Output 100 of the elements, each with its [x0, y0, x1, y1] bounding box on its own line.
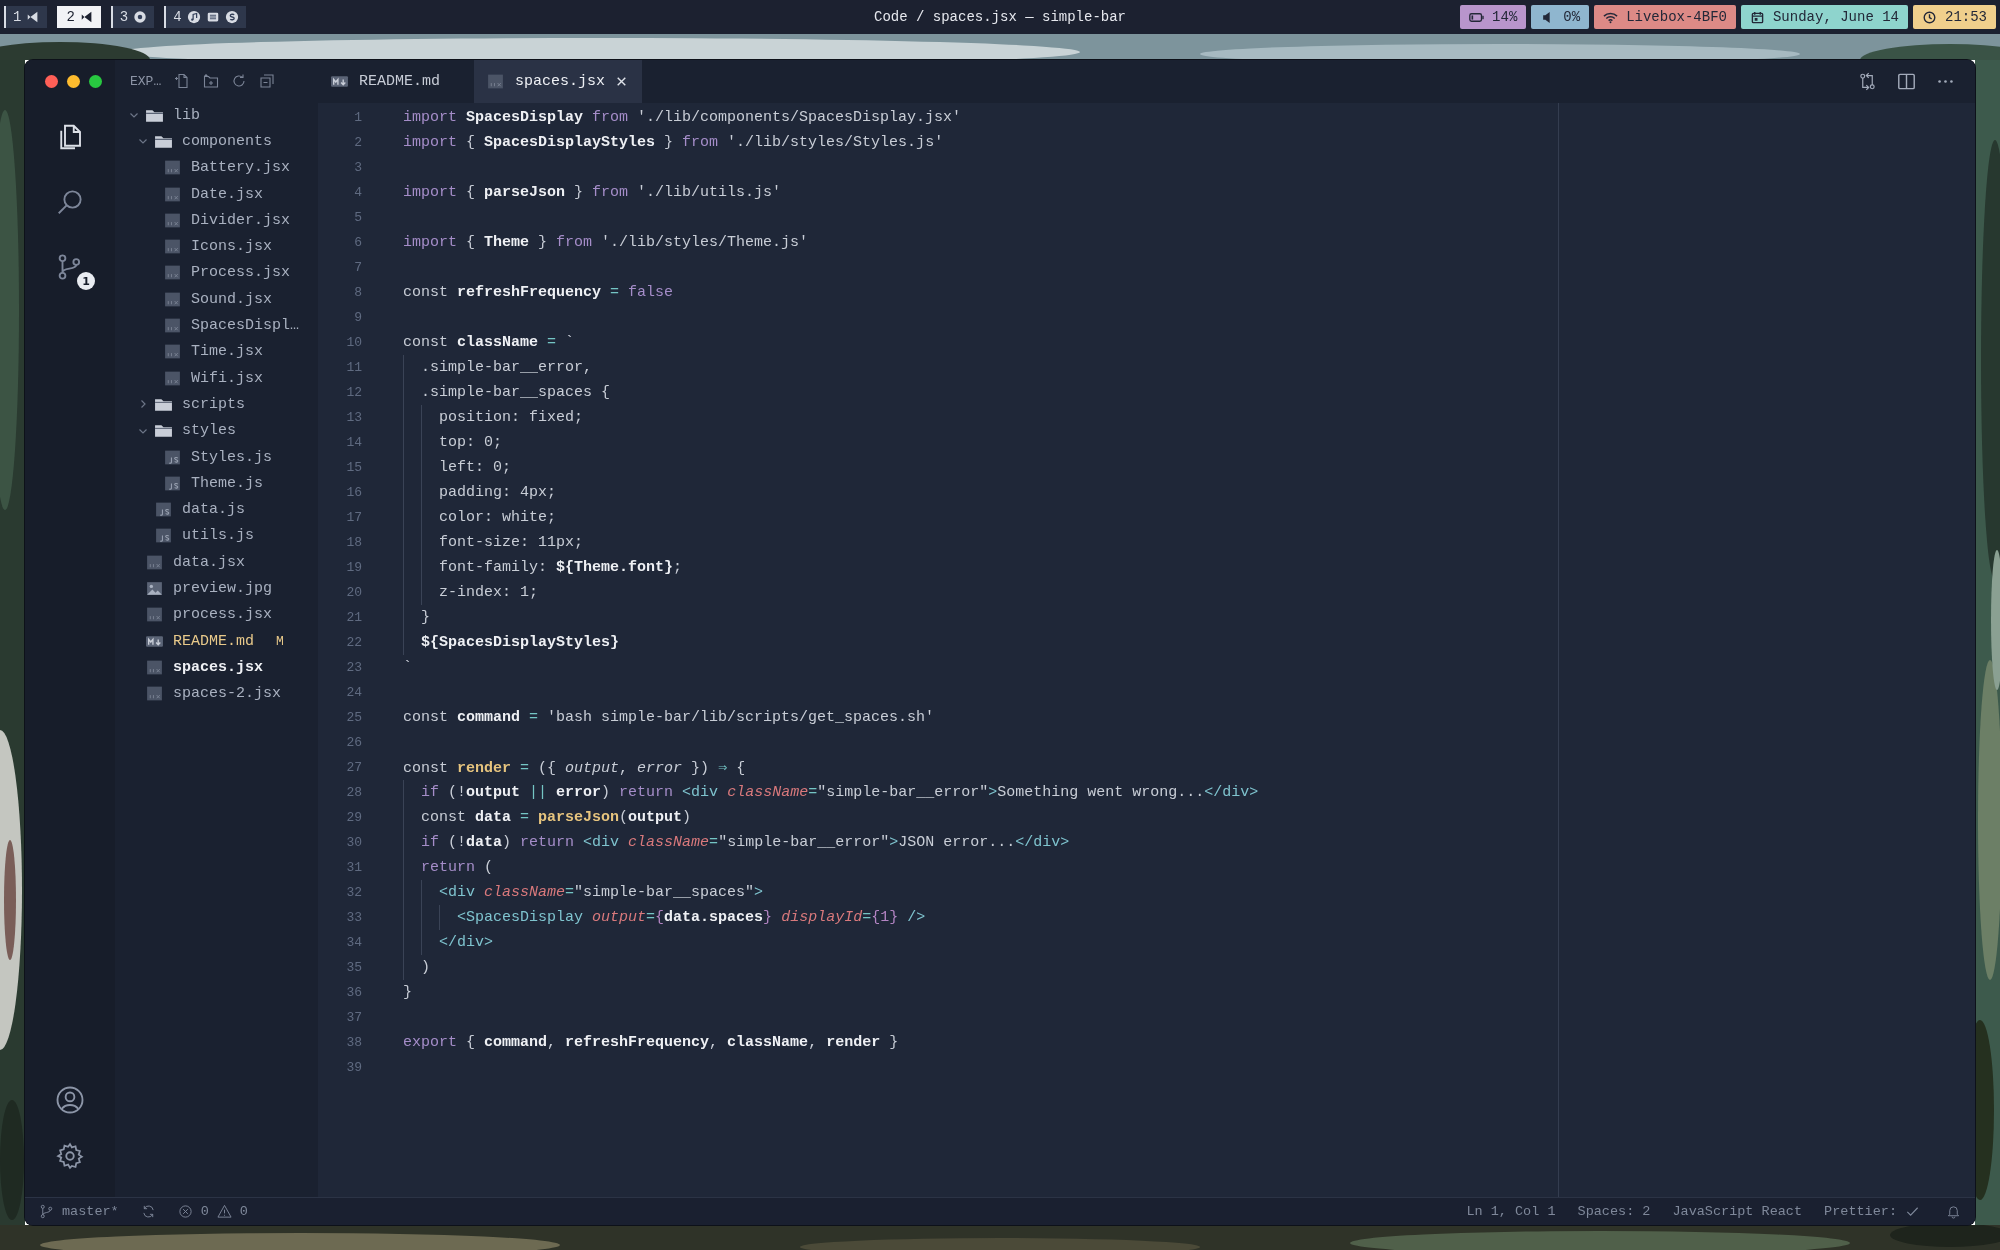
file-item[interactable]: Divider.jsx — [115, 207, 291, 234]
battery-widget[interactable]: 14% — [1460, 5, 1527, 29]
battery-icon — [1469, 10, 1485, 24]
line-number: 16 — [345, 485, 362, 500]
workspace-tab[interactable]: 4 — [164, 6, 246, 28]
line-number: 21 — [345, 610, 362, 625]
sound-widget[interactable]: 0% — [1531, 5, 1590, 29]
code-line: const data = parseJson(output) — [403, 805, 692, 830]
line-number: 33 — [345, 910, 362, 925]
refresh-icon[interactable] — [231, 73, 248, 89]
code-line: if (!data) return <div className="simple-bar__error">JSON error...</div> — [403, 830, 1070, 855]
jsx-file-icon — [163, 265, 182, 281]
code-line: .simple-bar__error, — [403, 355, 593, 380]
folder-icon — [154, 133, 173, 149]
close-icon[interactable] — [615, 75, 628, 88]
date-widget[interactable]: Sunday, June 14 — [1740, 5, 1908, 29]
file-item[interactable]: Theme.js — [115, 470, 263, 497]
jsx-file-icon — [163, 370, 182, 386]
file-item[interactable]: data.js — [115, 496, 245, 523]
file-item[interactable]: spaces.jsx — [115, 654, 263, 681]
jsx-file-icon — [163, 212, 182, 228]
wifi-widget[interactable]: Livebox-4BF0 — [1594, 5, 1736, 29]
line-number: 32 — [345, 885, 362, 900]
line-number: 11 — [345, 360, 362, 375]
folder-item[interactable]: scripts — [115, 391, 245, 418]
split-editor-icon[interactable] — [1897, 72, 1916, 91]
jsx-file-icon — [163, 344, 182, 360]
chevron-icon — [138, 399, 148, 410]
collapse-icon[interactable] — [259, 73, 276, 89]
file-item[interactable]: spaces-2.jsx — [115, 680, 282, 707]
bell-icon[interactable] — [1946, 1204, 1961, 1219]
count-badge: 1 — [77, 272, 95, 290]
folder-item[interactable]: styles — [115, 417, 236, 444]
jsx-file-icon — [163, 291, 182, 307]
workspace-tab[interactable]: 1 — [4, 6, 48, 28]
file-item[interactable]: Sound.jsx — [115, 286, 272, 313]
file-item[interactable]: README.md M — [115, 627, 284, 655]
warning-count: 0 — [239, 1204, 248, 1219]
source-control-button[interactable]: 1 — [45, 248, 95, 290]
compare-icon[interactable] — [1858, 72, 1877, 91]
file-item[interactable]: Date.jsx — [115, 180, 263, 208]
markdown-file-icon — [330, 74, 349, 89]
status-item[interactable]: Prettier: — [1824, 1204, 1897, 1219]
editor-tab[interactable]: spaces.jsx — [474, 60, 642, 103]
line-number: 1 — [353, 110, 362, 125]
line-number: 9 — [353, 310, 362, 325]
editor-tab[interactable]: README.md — [318, 60, 474, 103]
line-number: 27 — [345, 760, 362, 775]
time-widget[interactable]: 21:53 — [1913, 5, 1996, 29]
account-icon[interactable] — [55, 1085, 85, 1115]
status-item[interactable]: Ln 1, Col 1 — [1466, 1204, 1556, 1219]
file-item[interactable]: Time.jsx — [115, 338, 263, 365]
jsx-file-icon — [145, 659, 164, 675]
code-line: <SpacesDisplay output={data.spaces} displayId={1} /> — [403, 905, 926, 930]
code-line: z-index: 1; — [403, 580, 539, 605]
error-count: 0 — [200, 1204, 209, 1219]
close-control[interactable] — [44, 75, 58, 88]
code-line: </div> — [403, 930, 493, 955]
file-item[interactable]: preview.jpg — [115, 575, 273, 602]
code-line: if (!output || error) return <div className="simple-bar__error">Something went wrong...</div> — [403, 780, 1259, 805]
branch-name[interactable]: master* — [62, 1204, 119, 1219]
line-number: 7 — [353, 260, 362, 275]
clock-icon — [1922, 10, 1937, 24]
jsx-file-icon — [163, 160, 182, 176]
sync-icon[interactable] — [140, 1204, 156, 1219]
line-number: 10 — [345, 335, 362, 350]
file-item[interactable]: utils.js — [115, 522, 254, 550]
zoom-control[interactable] — [88, 75, 102, 88]
workspace-tab[interactable]: 3 — [110, 6, 155, 28]
status-item[interactable]: JavaScript React — [1672, 1204, 1803, 1219]
line-number: 8 — [353, 285, 362, 300]
settings-icon[interactable] — [55, 1141, 85, 1171]
folder-item[interactable]: lib — [115, 102, 200, 129]
line-number: 28 — [345, 785, 362, 800]
list-icon — [205, 10, 220, 24]
code-line: const refreshFrequency = false — [403, 284, 674, 301]
new-folder-icon[interactable] — [203, 73, 220, 89]
js-file-icon — [163, 475, 182, 491]
jsx-file-icon — [163, 318, 182, 333]
code-line: font-size: 11px; — [403, 530, 584, 555]
minimize-control[interactable] — [66, 75, 80, 88]
file-item[interactable]: Process.jsx — [115, 259, 291, 287]
status-item[interactable]: Spaces: 2 — [1577, 1204, 1651, 1219]
file-item[interactable]: data.jsx — [115, 549, 245, 576]
file-item[interactable]: Wifi.jsx — [115, 364, 263, 392]
code-line: position: fixed; — [403, 405, 584, 430]
file-item[interactable]: Styles.js — [115, 443, 272, 471]
error-icon — [177, 1204, 193, 1219]
file-item[interactable]: process.jsx — [115, 601, 273, 628]
line-number: 35 — [345, 960, 362, 975]
explorer-title: EXP… — [130, 73, 162, 89]
line-number: 30 — [345, 835, 362, 850]
file-item[interactable]: SpacesDispl… — [115, 312, 300, 339]
workspace-tab[interactable]: 2 — [57, 6, 101, 28]
file-item[interactable]: Icons.jsx — [115, 233, 272, 260]
branch-icon — [39, 1204, 54, 1219]
folder-item[interactable]: components — [115, 128, 272, 155]
file-item[interactable]: Battery.jsx — [115, 154, 291, 181]
line-number: 23 — [345, 660, 362, 675]
markdown-file-icon — [145, 633, 164, 649]
